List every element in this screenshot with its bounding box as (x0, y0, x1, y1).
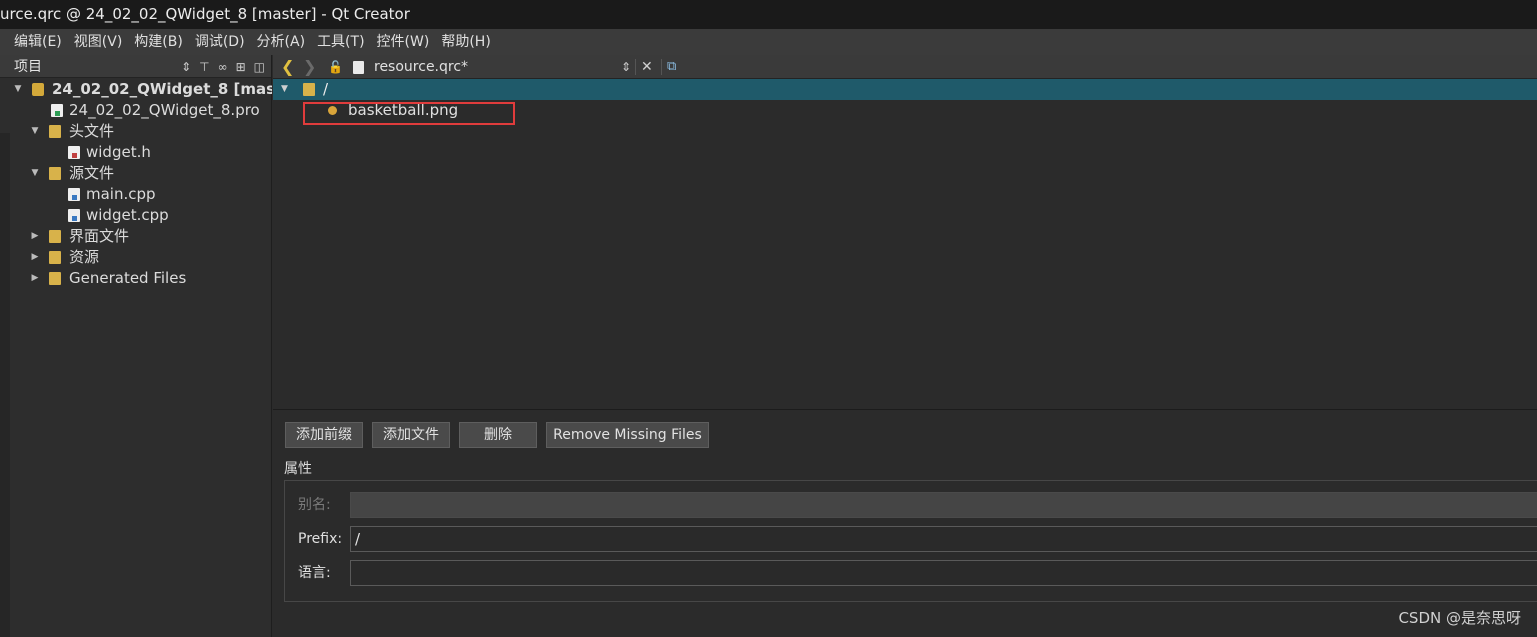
tree-item-widget-cpp[interactable]: widget.cpp (10, 205, 272, 226)
tree-item-label: 资源 (69, 248, 100, 266)
tree-item-generated[interactable]: ▶ Generated Files (10, 268, 272, 289)
tree-item-headers[interactable]: ▼ 头文件 (10, 121, 272, 142)
chevron-down-icon[interactable]: ▼ (30, 121, 40, 142)
prefix-label: / (323, 80, 329, 98)
pro-file-icon (51, 104, 63, 117)
language-field[interactable] (350, 560, 1537, 586)
toolbar-divider (635, 59, 636, 75)
toolbar-divider (661, 59, 662, 75)
menu-edit[interactable]: 编辑(E) (8, 29, 68, 55)
add-files-button[interactable]: 添加文件 (372, 422, 450, 448)
tree-item-sources[interactable]: ▼ 源文件 (10, 163, 272, 184)
resources-folder-icon (49, 251, 61, 264)
combo-arrows-icon[interactable]: ⇕ (181, 60, 191, 74)
forward-arrow-icon[interactable]: ❯ (303, 55, 316, 79)
tree-item-forms[interactable]: ▶ 界面文件 (10, 226, 272, 247)
properties-title: 属性 (284, 461, 312, 477)
menu-help[interactable]: 帮助(H) (435, 29, 496, 55)
menu-tools[interactable]: 工具(T) (311, 29, 370, 55)
tree-item-label: main.cpp (86, 185, 156, 203)
tree-item-label: 界面文件 (69, 227, 130, 245)
filter-icon[interactable]: ⊤ (199, 60, 209, 74)
resource-tree: ▼ / basketball.png (273, 79, 1537, 409)
cpp-file-icon (68, 209, 80, 222)
remove-missing-files-button[interactable]: Remove Missing Files (546, 422, 709, 448)
alias-label: 别名: (298, 497, 331, 513)
qrc-file-icon (353, 61, 364, 74)
window-title: urce.qrc @ 24_02_02_QWidget_8 [master] -… (0, 5, 410, 23)
generated-folder-icon (49, 272, 61, 285)
resource-editor-controls: 添加前缀 添加文件 删除 Remove Missing Files 属性 别名:… (273, 409, 1537, 637)
chevron-right-icon[interactable]: ▶ (30, 226, 40, 247)
chevron-down-icon[interactable]: ▼ (30, 163, 40, 184)
forms-folder-icon (49, 230, 61, 243)
tree-item-widget-h[interactable]: widget.h (10, 142, 272, 163)
left-edge-strip (0, 133, 10, 637)
chevron-down-icon[interactable]: ▼ (13, 79, 23, 100)
project-panel-tools: ⇕ ⊤ ∞ ⊞ ◫ (181, 55, 265, 78)
tree-item-project[interactable]: ▼ 24_02_02_QWidget_8 [master] (10, 79, 272, 100)
chevron-down-icon[interactable]: ▼ (281, 79, 288, 100)
menu-controls[interactable]: 控件(W) (371, 29, 436, 55)
split-icon[interactable]: ⊞ (236, 60, 246, 74)
watermark: CSDN @是奈思呀 (1398, 609, 1521, 627)
header-file-icon (68, 146, 80, 159)
header-folder-icon (49, 125, 61, 138)
project-tree: ▼ 24_02_02_QWidget_8 [master] 24_02_02_Q… (10, 79, 272, 289)
remove-button[interactable]: 删除 (459, 422, 537, 448)
tree-item-label: 源文件 (69, 164, 115, 182)
combo-arrows-icon[interactable]: ⇕ (621, 55, 631, 79)
tree-item-label: widget.h (86, 143, 151, 161)
source-folder-icon (49, 167, 61, 180)
window-title-bar: urce.qrc @ 24_02_02_QWidget_8 [master] -… (0, 0, 1537, 29)
menu-analyze[interactable]: 分析(A) (251, 29, 312, 55)
chevron-right-icon[interactable]: ▶ (30, 247, 40, 268)
tree-item-label: 头文件 (69, 122, 115, 140)
project-icon (32, 83, 44, 96)
tree-item-label: 24_02_02_QWidget_8 [master] (52, 80, 272, 98)
split-editor-icon[interactable]: ⧉ (667, 55, 676, 79)
prefix-folder-icon (303, 83, 315, 96)
project-panel-toolbar: 项目 ⇕ ⊤ ∞ ⊞ ◫ (0, 55, 271, 78)
cpp-file-icon (68, 188, 80, 201)
link-icon[interactable]: ∞ (218, 60, 228, 74)
tree-item-label: Generated Files (69, 269, 187, 287)
resource-prefix-row[interactable]: ▼ / (273, 79, 1537, 100)
tree-item-label: 24_02_02_QWidget_8.pro (69, 101, 260, 119)
lock-icon[interactable]: 🔓 (328, 55, 343, 79)
project-panel-title[interactable]: 项目 (14, 56, 42, 76)
language-label: 语言: (298, 565, 331, 581)
prefix-field[interactable] (350, 526, 1537, 552)
annotation-highlight-box (303, 102, 515, 125)
prefix-field-label: Prefix: (298, 531, 343, 547)
add-prefix-button[interactable]: 添加前缀 (285, 422, 363, 448)
close-pane-icon[interactable]: ◫ (254, 60, 265, 74)
menu-debug[interactable]: 调试(D) (189, 29, 251, 55)
project-panel: 项目 ⇕ ⊤ ∞ ⊞ ◫ ▼ 24_02_02_QWidget_8 [maste… (0, 55, 272, 637)
close-icon[interactable]: ✕ (641, 55, 653, 79)
chevron-right-icon[interactable]: ▶ (30, 268, 40, 289)
alias-field[interactable] (350, 492, 1537, 518)
menu-bar: 编辑(E) 视图(V) 构建(B) 调试(D) 分析(A) 工具(T) 控件(W… (0, 29, 1537, 55)
tree-item-resources[interactable]: ▶ 资源 (10, 247, 272, 268)
menu-view[interactable]: 视图(V) (68, 29, 129, 55)
file-tab-label[interactable]: resource.qrc* (374, 55, 468, 79)
tree-item-main-cpp[interactable]: main.cpp (10, 184, 272, 205)
properties-group: 别名: Prefix: 语言: (284, 480, 1537, 602)
back-arrow-icon[interactable]: ❮ (281, 55, 294, 79)
tree-item-label: widget.cpp (86, 206, 169, 224)
tree-item-pro-file[interactable]: 24_02_02_QWidget_8.pro (10, 100, 272, 121)
editor-toolbar: ❮ ❯ 🔓 resource.qrc* ⇕ ✕ ⧉ (273, 55, 1537, 79)
menu-build[interactable]: 构建(B) (128, 29, 189, 55)
